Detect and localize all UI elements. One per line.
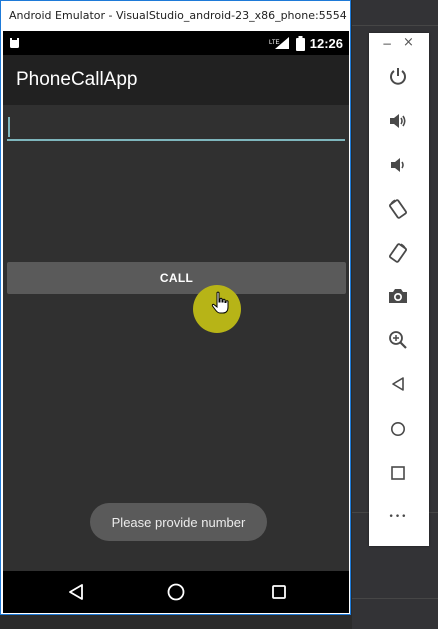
navigation-bar (3, 571, 349, 613)
back-icon (392, 377, 404, 391)
volume-up-button[interactable] (386, 109, 410, 133)
emulator-side-toolbar: − × ••• (369, 33, 429, 546)
emulator-window: Android Emulator - VisualStudio_android-… (0, 0, 351, 615)
toolbar-back-button[interactable] (386, 372, 410, 396)
volume-down-icon (391, 158, 404, 172)
app-title: PhoneCallApp (16, 69, 138, 90)
call-button[interactable]: CALL (7, 262, 346, 294)
more-button[interactable]: ••• (386, 505, 410, 529)
zoom-button[interactable] (386, 328, 410, 352)
phone-screen: LTE 12:26 PhoneCallApp CALL Please provi… (3, 31, 349, 613)
home-icon (167, 583, 185, 601)
rotate-left-icon (389, 199, 407, 219)
camera-icon (389, 289, 407, 303)
toolbar-close-button[interactable]: × (403, 35, 414, 50)
toolbar-header: − × (369, 33, 429, 57)
screenshot-button[interactable] (386, 284, 410, 308)
hand-pointer-icon (211, 291, 229, 314)
nav-home-button[interactable] (146, 571, 206, 613)
volume-up-icon (390, 114, 406, 128)
text-cursor (8, 117, 10, 137)
main-content: CALL Please provide number (3, 105, 349, 571)
zoom-icon (389, 331, 407, 349)
status-bar: LTE 12:26 (3, 31, 349, 55)
recents-icon (272, 585, 286, 599)
overview-icon (391, 466, 405, 480)
android-icon (10, 38, 19, 48)
power-button[interactable] (386, 64, 410, 88)
rotate-right-icon (389, 243, 407, 263)
toolbar-minimize-button[interactable]: − (382, 37, 392, 51)
nav-back-button[interactable] (46, 571, 106, 613)
nav-recents-button[interactable] (249, 571, 309, 613)
lte-signal-icon: LTE (269, 37, 289, 49)
rotate-left-button[interactable] (386, 197, 410, 221)
lte-label: LTE (269, 40, 280, 46)
toolbar-overview-button[interactable] (386, 461, 410, 485)
power-icon (390, 68, 406, 85)
phone-number-input[interactable] (7, 111, 345, 141)
more-icon: ••• (388, 512, 408, 522)
back-icon (69, 584, 83, 600)
battery-icon (295, 35, 305, 51)
app-bar: PhoneCallApp (3, 55, 349, 105)
rotate-right-button[interactable] (386, 241, 410, 265)
toolbar-home-button[interactable] (386, 417, 410, 441)
home-icon (391, 422, 405, 436)
toast-message: Please provide number (90, 503, 267, 541)
volume-down-button[interactable] (386, 153, 410, 177)
status-time: 12:26 (309, 35, 343, 51)
window-title: Android Emulator - VisualStudio_android-… (1, 1, 350, 31)
